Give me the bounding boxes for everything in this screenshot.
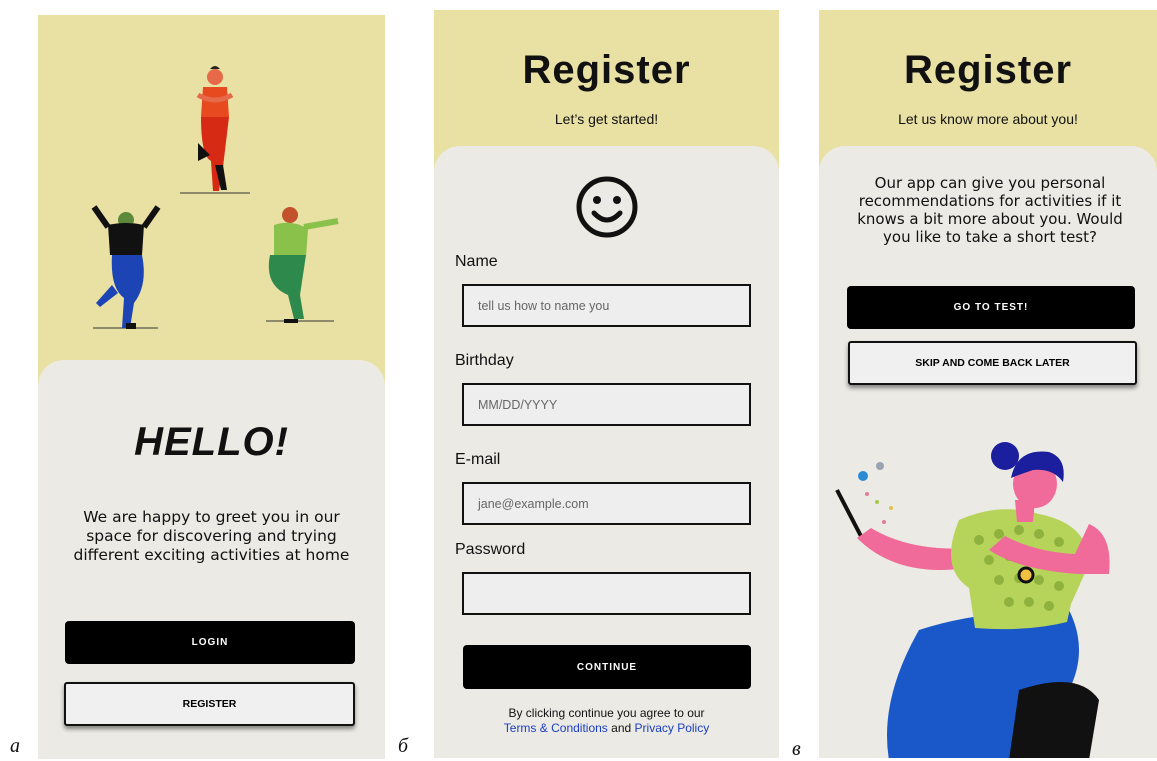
yoga-people-illustration xyxy=(91,66,339,329)
birthday-input[interactable]: MM/DD/YYYY xyxy=(462,383,751,426)
login-button[interactable]: LOGIN xyxy=(65,621,355,664)
password-input[interactable] xyxy=(462,572,751,615)
register-form-screen: Register Let’s get started! Name tell us… xyxy=(434,10,779,758)
register-button[interactable]: REGISTER xyxy=(64,682,355,726)
go-to-test-button[interactable]: GO TO TEST! xyxy=(847,286,1135,329)
terms-note: By clicking continue you agree to our Te… xyxy=(434,706,779,736)
page-subtitle: Let’s get started! xyxy=(554,111,659,127)
page-title: Register xyxy=(903,48,1073,92)
page-subtitle: Let us know more about you! xyxy=(898,111,1078,127)
welcome-message: We are happy to greet you in our space f… xyxy=(73,508,350,564)
figure-label-b: б xyxy=(398,735,409,757)
privacy-link[interactable]: Privacy Policy xyxy=(635,721,710,735)
welcome-screen: HELLO! We are happy to greet you in our … xyxy=(38,15,385,759)
terms-and: and xyxy=(611,721,632,735)
terms-links-line: Terms & Conditions and Privacy Policy xyxy=(434,721,779,736)
terms-prefix: By clicking continue you agree to our xyxy=(508,706,705,720)
smiley-face-icon xyxy=(576,176,638,238)
figure-label-a: а xyxy=(10,735,20,757)
name-input[interactable]: tell us how to name you xyxy=(462,284,751,327)
continue-button[interactable]: CONTINUE xyxy=(463,645,751,689)
birthday-label: Birthday xyxy=(455,352,514,369)
terms-link[interactable]: Terms & Conditions xyxy=(504,721,608,735)
password-label: Password xyxy=(455,541,526,558)
hello-heading: HELLO! xyxy=(134,420,289,464)
register-test-screen: Register Let us know more about you! Our… xyxy=(819,10,1157,758)
page-title: Register xyxy=(522,48,691,92)
test-offer-message: Our app can give you personal recommenda… xyxy=(857,174,1123,246)
email-label: E-mail xyxy=(455,451,501,468)
woman-with-laptop-illustration xyxy=(835,442,1110,758)
email-input[interactable]: jane@example.com xyxy=(462,482,751,525)
skip-button[interactable]: SKIP AND COME BACK LATER xyxy=(848,341,1137,385)
name-label: Name xyxy=(455,253,498,270)
